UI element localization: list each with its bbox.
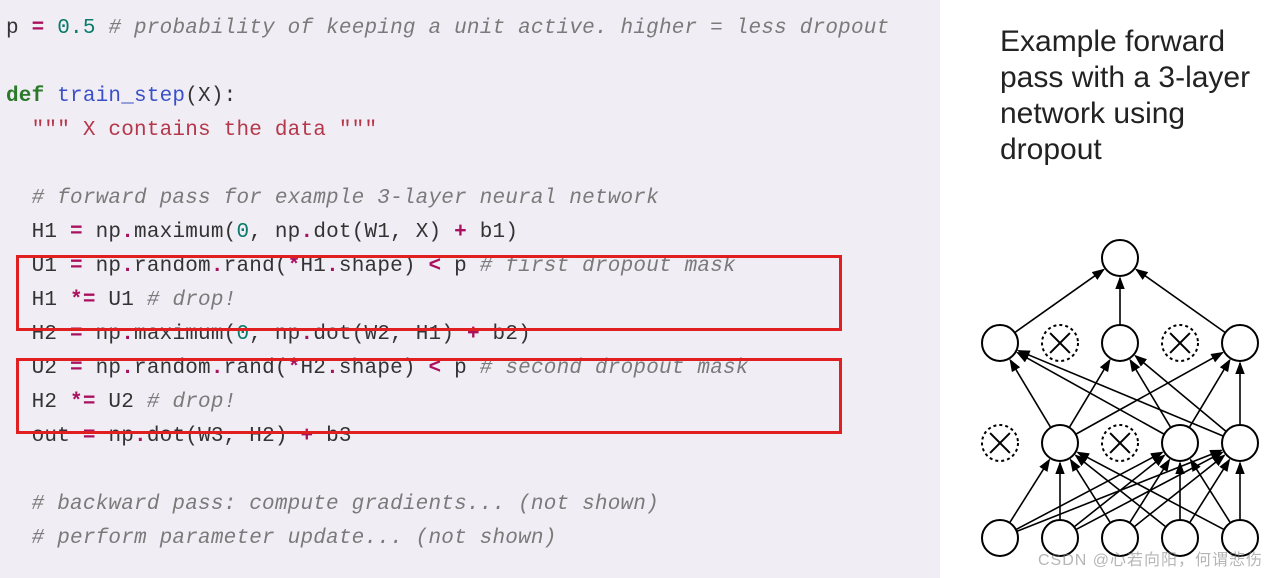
code-line-4: """ X contains the data """	[6, 114, 934, 148]
code-line-2	[6, 46, 934, 80]
code-line-6: # forward pass for example 3-layer neura…	[6, 182, 934, 216]
code-line-9: H1 *= U1 # drop!	[6, 284, 934, 318]
code-line-1: p = 0.5 # probability of keeping a unit …	[6, 12, 934, 46]
code-line-15: # backward pass: compute gradients... (n…	[6, 488, 934, 522]
caption-text: Example forward pass with a 3-layer netw…	[1000, 24, 1260, 168]
code-line-12: H2 *= U2 # drop!	[6, 386, 934, 420]
code-line-10: H2 = np.maximum(0, np.dot(W2, H1) + b2)	[6, 318, 934, 352]
code-panel: p = 0.5 # probability of keeping a unit …	[0, 0, 940, 578]
code-line-5	[6, 148, 934, 182]
code-line-16: # perform parameter update... (not shown…	[6, 522, 934, 556]
code-line-7: H1 = np.maximum(0, np.dot(W1, X) + b1)	[6, 216, 934, 250]
code-line-3: def train_step(X):	[6, 80, 934, 114]
code-line-11: U2 = np.random.rand(*H2.shape) < p # sec…	[6, 352, 934, 386]
network-diagram	[970, 238, 1270, 568]
code-line-8: U1 = np.random.rand(*H1.shape) < p # fir…	[6, 250, 934, 284]
network-svg	[970, 238, 1270, 568]
watermark-text: CSDN @心若向阳，何谓悲伤	[1038, 546, 1263, 570]
code-line-14	[6, 454, 934, 488]
code-line-13: out = np.dot(W3, H2) + b3	[6, 420, 934, 454]
